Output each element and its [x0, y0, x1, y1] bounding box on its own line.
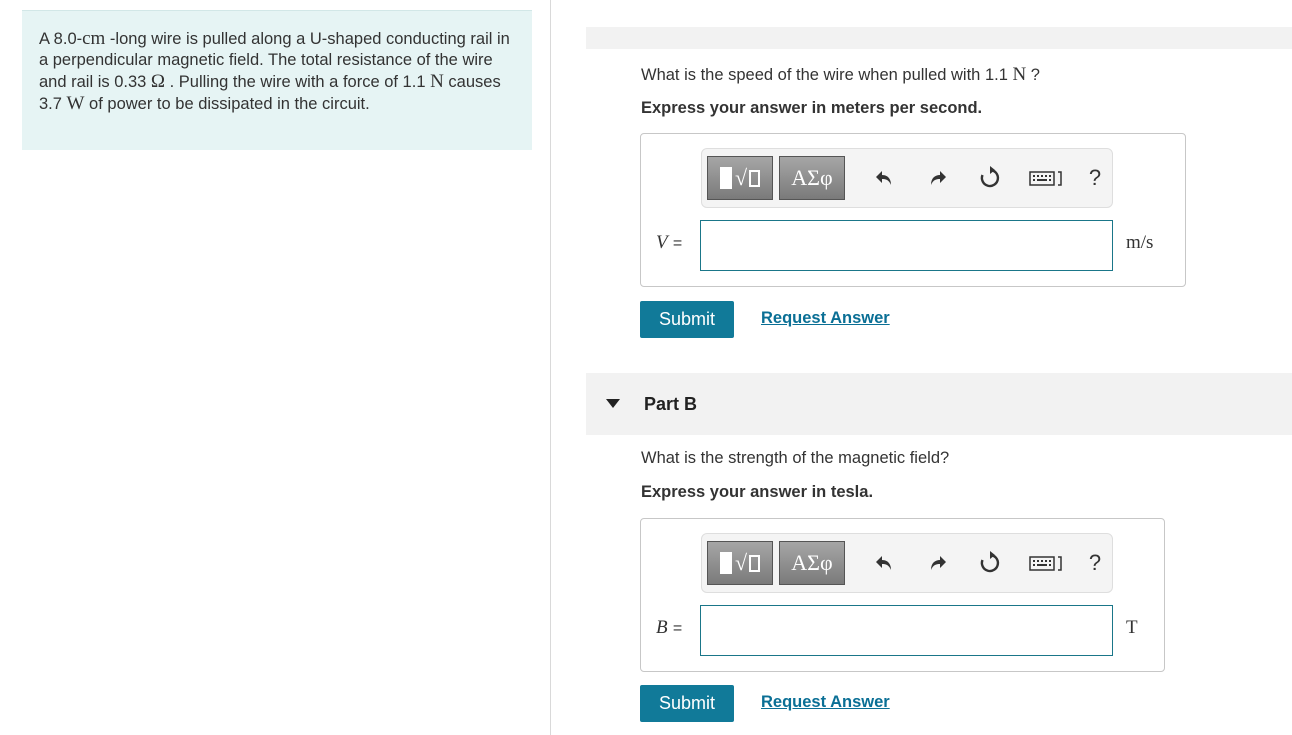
box-icon — [749, 554, 761, 572]
symbols-button[interactable]: ΑΣφ — [779, 541, 845, 585]
part-b-variable-label: B = — [656, 617, 682, 639]
part-a-request-answer-link[interactable]: Request Answer — [761, 309, 890, 328]
problem-text-1: A 8.0- — [39, 30, 83, 48]
part-b-question: What is the strength of the magnetic fie… — [641, 449, 950, 467]
problem-statement: A 8.0-cm -long wire is pulled along a U-… — [22, 10, 532, 150]
templates-button[interactable]: √ — [707, 156, 773, 200]
box-icon — [749, 169, 761, 187]
part-a-instruction: Express your answer in meters per second… — [641, 99, 983, 117]
part-b-math-toolbar: √ ΑΣφ ? — [701, 533, 1113, 593]
templates-button[interactable]: √ — [707, 541, 773, 585]
keyboard-icon[interactable] — [1027, 163, 1067, 193]
collapse-arrow-icon[interactable] — [606, 399, 620, 408]
problem-text-5: of power to be dissipated in the circuit… — [84, 95, 370, 113]
part-a-question-text: What is the speed of the wire when pulle… — [641, 66, 1013, 84]
part-a-header-bar — [586, 27, 1292, 49]
undo-icon[interactable] — [869, 548, 899, 578]
part-a-answer-box: √ ΑΣφ ? V = m/s — [640, 133, 1186, 287]
part-a-answer-input[interactable] — [700, 220, 1113, 271]
reset-icon[interactable] — [975, 163, 1005, 193]
reset-icon[interactable] — [975, 548, 1005, 578]
part-a-math-toolbar: √ ΑΣφ ? — [701, 148, 1113, 208]
part-a-question: What is the speed of the wire when pulle… — [641, 64, 1040, 86]
radical-icon: √ — [734, 165, 748, 190]
part-a-submit-button[interactable]: Submit — [640, 301, 734, 338]
templates-icon — [719, 167, 732, 189]
part-b-unit: T — [1126, 617, 1138, 638]
column-divider — [550, 0, 551, 735]
undo-icon[interactable] — [869, 163, 899, 193]
part-b-request-answer-link[interactable]: Request Answer — [761, 693, 890, 712]
unit-newton: N — [430, 71, 444, 92]
part-b-instruction: Express your answer in tesla. — [641, 483, 874, 501]
part-b-answer-input[interactable] — [700, 605, 1113, 656]
part-b-variable: B — [656, 617, 668, 638]
keyboard-icon[interactable] — [1027, 548, 1067, 578]
part-b-answer-box: √ ΑΣφ ? B = T — [640, 518, 1165, 672]
radical-icon: √ — [734, 550, 748, 575]
redo-icon[interactable] — [923, 548, 953, 578]
part-b-equals: = — [672, 620, 683, 637]
templates-icon — [719, 552, 732, 574]
part-a-unit: m/s — [1126, 232, 1154, 253]
unit-ohm: Ω — [150, 71, 166, 92]
part-a-question-end: ? — [1026, 66, 1040, 84]
unit-cm: cm — [82, 28, 106, 49]
redo-icon[interactable] — [923, 163, 953, 193]
part-a-variable-label: V = — [656, 232, 682, 254]
symbols-button[interactable]: ΑΣφ — [779, 156, 845, 200]
part-b-title[interactable]: Part B — [644, 394, 697, 415]
unit-watt: W — [66, 93, 85, 114]
part-a-variable: V — [656, 232, 668, 253]
help-button[interactable]: ? — [1080, 163, 1110, 193]
part-b-submit-button[interactable]: Submit — [640, 685, 734, 722]
part-a-equals: = — [672, 235, 683, 252]
problem-text-3: . Pulling the wire with a force of 1.1 — [165, 73, 431, 91]
part-a-question-unit: N — [1012, 64, 1027, 85]
help-button[interactable]: ? — [1080, 548, 1110, 578]
